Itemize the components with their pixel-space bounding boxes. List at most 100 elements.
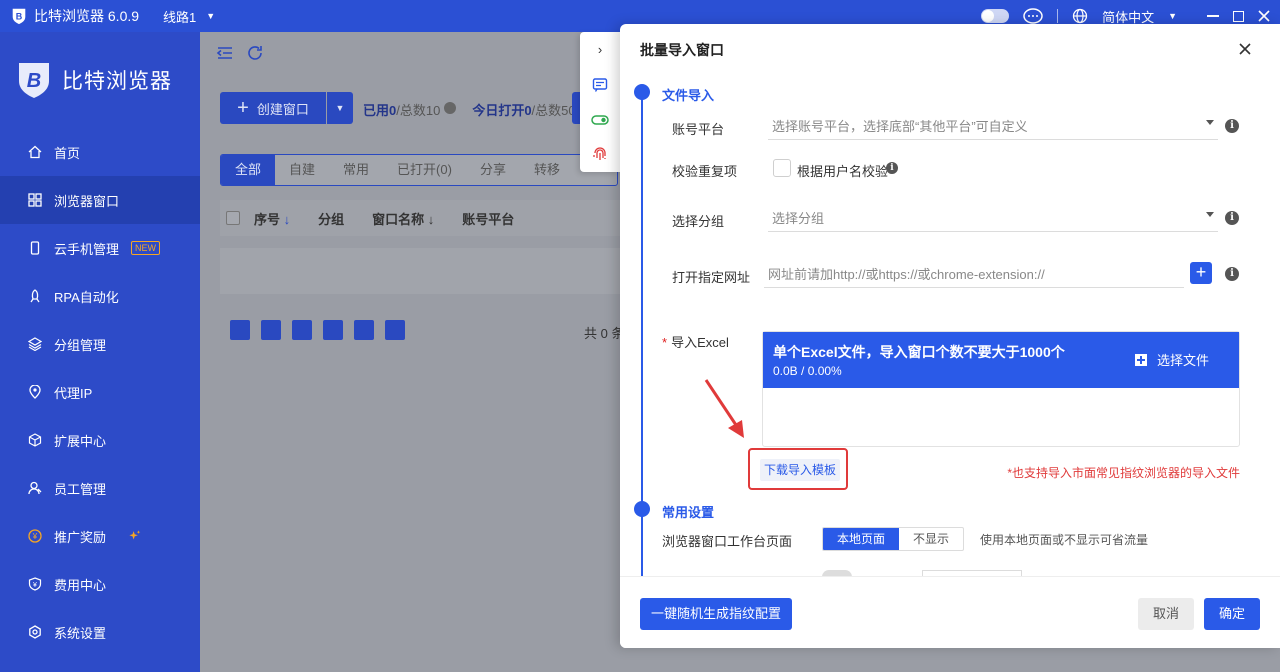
info-icon[interactable]: i xyxy=(1225,267,1239,281)
sidebar-item-label: 费用中心 xyxy=(54,577,107,593)
fingerprint-icon xyxy=(593,146,606,160)
batch-window-icon[interactable] xyxy=(323,320,343,340)
plus-square-icon xyxy=(1134,353,1147,366)
section-common-settings: 常用设置 xyxy=(662,505,715,520)
reward-icon: ¥ xyxy=(28,529,42,543)
tab-common[interactable]: 常用 xyxy=(329,155,383,185)
sidebar-item-label: RPA自动化 xyxy=(54,289,119,305)
option-local-page[interactable]: 本地页面 xyxy=(823,528,900,550)
expand-toolbar-button[interactable]: › xyxy=(580,32,620,67)
sidebar-item-label: 扩展中心 xyxy=(54,433,107,449)
confirm-button[interactable]: 确定 xyxy=(1204,598,1260,630)
info-icon[interactable]: i xyxy=(886,162,898,174)
plus-icon: + xyxy=(237,97,249,119)
create-window-dropdown[interactable]: ▼ xyxy=(327,92,353,124)
support-note: *也支持导入市面常见指纹浏览器的导入文件 xyxy=(1007,466,1240,480)
message-button[interactable] xyxy=(580,67,620,102)
grid-icon xyxy=(28,193,42,207)
tab-shared[interactable]: 分享 xyxy=(466,155,520,185)
section-file-import: 文件导入 xyxy=(662,88,715,103)
cancel-button[interactable]: 取消 xyxy=(1138,598,1194,630)
excel-label: * 导入Excel xyxy=(662,332,729,351)
sidebar-item-billing[interactable]: ¥ 费用中心 xyxy=(0,560,200,608)
tab-all[interactable]: 全部 xyxy=(221,155,276,185)
batch-stop-icon[interactable] xyxy=(292,320,312,340)
sidebar-item-groups[interactable]: 分组管理 xyxy=(0,320,200,368)
dialog-footer: 一键随机生成指纹配置 取消 确定 xyxy=(620,576,1280,648)
chevron-right-icon: › xyxy=(597,42,603,57)
line-selector[interactable]: 线路1 ▼ xyxy=(163,7,215,26)
excel-label-text: 导入Excel xyxy=(671,335,729,350)
info-icon[interactable]: i xyxy=(1225,211,1239,225)
tab-self-built[interactable]: 自建 xyxy=(275,155,329,185)
tab-opened[interactable]: 已打开(0) xyxy=(383,155,466,185)
generate-fingerprint-button[interactable]: 一键随机生成指纹配置 xyxy=(640,598,792,630)
upload-header: 单个Excel文件，导入窗口个数不要大于1000个 0.0B / 0.00% 选… xyxy=(763,332,1239,388)
required-marker: * xyxy=(662,335,668,350)
dialog-title: 批量导入窗口 xyxy=(640,42,724,58)
url-label: 打开指定网址 xyxy=(672,270,751,285)
option-hide[interactable]: 不显示 xyxy=(899,528,963,550)
batch-close-icon[interactable] xyxy=(261,320,281,340)
platform-select[interactable]: 选择账号平台，选择底部“其他平台”可自定义 xyxy=(768,112,1218,140)
window-tabs: 全部 自建 常用 已打开(0) 分享 转移 xyxy=(220,154,618,186)
chevron-down-icon xyxy=(1206,120,1214,125)
fingerprint-button[interactable] xyxy=(580,137,620,172)
sidebar-item-promotion[interactable]: ¥ 推广奖励 xyxy=(0,512,200,560)
group-placeholder: 选择分组 xyxy=(772,211,825,226)
url-input[interactable]: 网址前请加http://或https://或chrome-extension:/… xyxy=(764,260,1184,288)
dup-check-option: 根据用户名校验 xyxy=(797,164,889,179)
dialog-body: 文件导入 账号平台 选择账号平台，选择底部“其他平台”可自定义 i 校验重复项 … xyxy=(620,76,1280,576)
select-all-checkbox[interactable] xyxy=(226,211,240,225)
sidebar-item-settings[interactable]: 系统设置 xyxy=(0,608,200,656)
sidebar-item-browser-windows[interactable]: 浏览器窗口 xyxy=(0,176,200,224)
create-window-label: 创建窗口 xyxy=(256,101,309,117)
shield-yen-icon: ¥ xyxy=(28,577,42,591)
theme-toggle[interactable] xyxy=(981,9,1010,23)
timeline-dot xyxy=(634,84,650,100)
workbench-hint: 使用本地页面或不显示可省流量 xyxy=(980,533,1149,547)
sidebar-item-cloud-phone[interactable]: 云手机管理 NEW xyxy=(0,224,200,272)
choose-file-label: 选择文件 xyxy=(1156,353,1209,368)
maximize-icon[interactable] xyxy=(1233,10,1244,22)
sidebar-item-home[interactable]: 首页 xyxy=(0,128,200,176)
sidebar-item-extensions[interactable]: 扩展中心 xyxy=(0,416,200,464)
column-platform: 账号平台 xyxy=(462,211,515,227)
column-index[interactable]: 序号 ↓ xyxy=(254,209,290,228)
batch-import-dialog: 批量导入窗口 文件导入 账号平台 选择账号平台，选择底部“其他平台”可自定义 i… xyxy=(620,24,1280,648)
create-window-button[interactable]: + 创建窗口 xyxy=(220,92,326,124)
today-total: /总数50 xyxy=(531,103,576,118)
sidebar-item-label: 系统设置 xyxy=(54,625,107,641)
chevron-down-icon[interactable]: ▼ xyxy=(1168,11,1177,21)
toggle-button[interactable] xyxy=(580,102,620,137)
close-icon[interactable] xyxy=(1258,10,1270,22)
batch-open-icon[interactable] xyxy=(230,320,250,340)
collapse-menu-icon[interactable] xyxy=(216,44,234,62)
excel-upload-area[interactable]: 单个Excel文件，导入窗口个数不要大于1000个 0.0B / 0.00% 选… xyxy=(762,331,1240,447)
svg-text:B: B xyxy=(27,70,41,92)
table-header: 序号 ↓ 分组 窗口名称 ↓ 账号平台 xyxy=(220,200,620,236)
add-url-button[interactable]: + xyxy=(1190,262,1212,284)
group-select[interactable]: 选择分组 xyxy=(768,204,1218,232)
dup-check-checkbox[interactable] xyxy=(773,159,791,177)
batch-clear-icon[interactable] xyxy=(354,320,374,340)
sidebar-item-rpa[interactable]: RPA自动化 xyxy=(0,272,200,320)
language-selector[interactable]: 简体中文 xyxy=(1102,7,1154,26)
refresh-icon[interactable] xyxy=(246,44,264,62)
choose-file-button[interactable]: 选择文件 xyxy=(1134,350,1209,369)
globe-icon xyxy=(1072,8,1088,24)
brand-name: 比特浏览器 xyxy=(62,70,172,93)
minimize-icon[interactable] xyxy=(1207,15,1219,17)
today-count: 今日打开0/总数50 xyxy=(472,100,575,119)
batch-delete-icon[interactable] xyxy=(385,320,405,340)
download-template-button[interactable]: 下载导入模板 xyxy=(760,459,840,481)
info-icon[interactable]: i xyxy=(1225,119,1239,133)
column-window-name[interactable]: 窗口名称 ↓ xyxy=(372,209,434,228)
close-icon[interactable] xyxy=(1238,42,1252,56)
sidebar-item-proxy-ip[interactable]: 代理IP xyxy=(0,368,200,416)
tab-transfer[interactable]: 转移 xyxy=(520,155,574,185)
sidebar-item-staff[interactable]: 员工管理 xyxy=(0,464,200,512)
today-label: 今日打开0 xyxy=(472,103,532,118)
chat-icon[interactable] xyxy=(1023,7,1043,25)
usage-stats: 已用0/总数10 今日打开0/总数50 xyxy=(363,100,576,119)
